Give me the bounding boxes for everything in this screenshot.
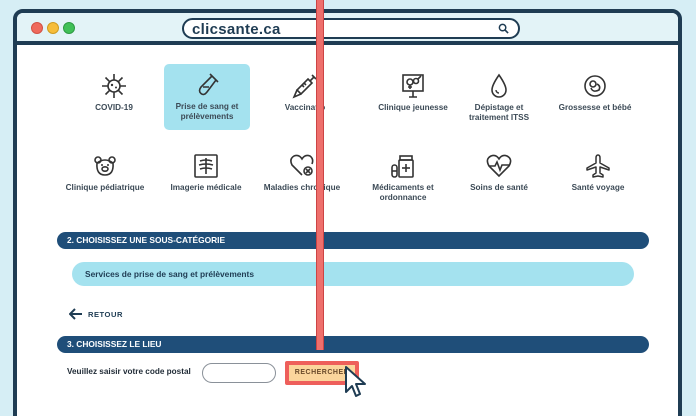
category-clinique-pediatrique[interactable]: Clinique pédiatrique (62, 147, 148, 193)
page-content: COVID-19 Prise de sang et prélèvements V… (17, 49, 678, 416)
category-label: Grossesse et bébé (558, 103, 632, 112)
drop-icon (491, 73, 507, 98)
section-3-header: 3. CHOISISSEZ LE LIEU (57, 336, 649, 353)
postal-code-label: Veuillez saisir votre code postal (67, 367, 191, 376)
category-maladies-chroniques[interactable]: Maladies chronique (259, 147, 345, 193)
heartbeat-icon (486, 154, 512, 178)
category-soins-de-sante[interactable]: Soins de santé (456, 147, 542, 193)
search-icon[interactable] (498, 23, 509, 34)
address-bar[interactable]: clicsante.ca (182, 18, 520, 39)
virus-icon (102, 74, 126, 98)
category-sante-voyage[interactable]: Santé voyage (555, 147, 641, 193)
postal-code-input[interactable] (202, 363, 276, 383)
highlight-line (316, 0, 324, 350)
baby-icon (584, 75, 606, 97)
bear-icon (94, 156, 116, 176)
test-tube-icon (198, 73, 219, 96)
category-label: Clinique jeunesse (378, 103, 448, 112)
back-button[interactable]: RETOUR (69, 307, 123, 321)
category-label: COVID-19 (95, 103, 133, 112)
category-imagerie-medicale[interactable]: Imagerie médicale (163, 147, 249, 193)
xray-icon (194, 154, 218, 178)
category-label: Imagerie médicale (170, 183, 242, 192)
subcategory-option[interactable]: Services de prise de sang et prélèvement… (72, 262, 634, 286)
minimize-window-button[interactable] (47, 22, 59, 34)
category-prise-de-sang[interactable]: Prise de sang et prélèvements (164, 64, 250, 130)
heart-icon (290, 154, 314, 176)
category-covid-19[interactable]: COVID-19 (71, 67, 157, 113)
close-window-button[interactable] (31, 22, 43, 34)
browser-window: clicsante.ca COVID-19 Prise de sang et p… (13, 9, 682, 416)
section-2-header: 2. CHOISISSEZ UNE SOUS-CATÉGORIE (57, 232, 649, 249)
url-text: clicsante.ca (192, 21, 281, 38)
maximize-window-button[interactable] (63, 22, 75, 34)
back-label: RETOUR (88, 309, 123, 319)
medication-icon (391, 155, 414, 178)
category-vaccination[interactable]: Vaccinatio (262, 67, 348, 113)
category-label: Maladies chronique (263, 183, 341, 192)
category-label: Santé voyage (571, 183, 625, 192)
airplane-icon (586, 154, 610, 178)
arrow-left-icon (69, 308, 82, 320)
category-label: Prise de sang et prélèvements (175, 102, 239, 121)
category-label: Soins de santé (470, 183, 528, 192)
category-label: Vaccinatio (284, 103, 326, 112)
category-label: Médicaments et ordonnance (372, 183, 434, 202)
category-label: Dépistage et traitement ITSS (468, 103, 530, 122)
syringe-icon (292, 74, 317, 99)
category-clinique-jeunesse[interactable]: Clinique jeunesse (370, 67, 456, 113)
category-label: Clinique pédiatrique (65, 183, 145, 192)
category-depistage-itss[interactable]: Dépistage et traitement ITSS (456, 67, 542, 123)
browser-titlebar: clicsante.ca (17, 13, 678, 45)
gender-sign-icon (402, 74, 424, 98)
category-grossesse-bebe[interactable]: Grossesse et bébé (552, 67, 638, 113)
category-medicaments-ordonnance[interactable]: Médicaments et ordonnance (360, 147, 446, 203)
cursor-arrow-icon (345, 366, 366, 397)
